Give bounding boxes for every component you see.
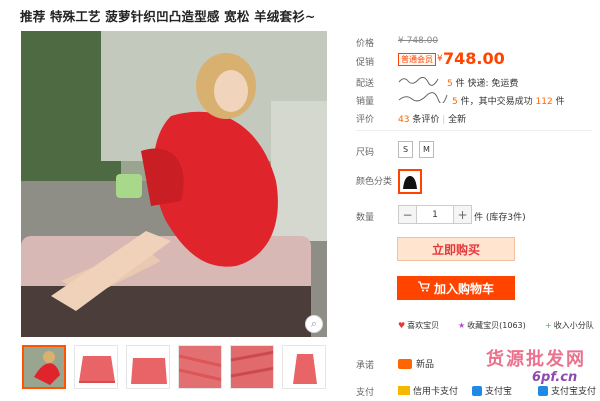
- payment-card-label: 信用卡支付: [413, 387, 459, 397]
- sales-prefix: 件，其中交易成功: [460, 97, 533, 107]
- promise-text: 新品: [416, 360, 435, 370]
- sales-suffix: 件: [555, 97, 565, 107]
- like-action[interactable]: ♥ 喜欢宝贝: [398, 320, 439, 331]
- new-badge-icon: [398, 358, 412, 369]
- buy-now-button[interactable]: 立即购买: [397, 237, 515, 261]
- promise-value: 新品: [398, 357, 434, 370]
- thumbnail-6[interactable]: [282, 345, 326, 389]
- payment-alipay: 支付宝: [472, 384, 512, 397]
- magnifier-icon[interactable]: ⌕: [305, 315, 323, 333]
- member-badge: 普通会员: [398, 53, 436, 66]
- collect-action[interactable]: ★ 收藏宝贝(1063): [458, 320, 526, 331]
- thumbnail-1[interactable]: [22, 345, 66, 389]
- payment-label: 支付: [356, 388, 375, 398]
- share-label: 收入小分队: [553, 321, 594, 330]
- payment-alipay-label: 支付宝: [485, 387, 513, 397]
- original-price: ¥ 748.00: [398, 36, 439, 46]
- add-cart-label: 加入购物车: [433, 281, 494, 296]
- thumbnail-5[interactable]: [230, 345, 274, 389]
- quantity-stepper: − 1 +: [398, 205, 472, 224]
- promo-label: 促销: [356, 58, 375, 68]
- watermark-text: 货源批发网: [486, 349, 586, 370]
- size-option-m[interactable]: M: [419, 141, 434, 158]
- review-sep: |: [442, 115, 446, 125]
- promise-label: 承诺: [356, 361, 375, 371]
- price-label: 价格: [356, 39, 375, 49]
- collect-label: 收藏宝贝(1063): [467, 321, 526, 330]
- sales-success-count: 112: [535, 97, 553, 107]
- color-option-black[interactable]: [398, 169, 422, 194]
- star-icon: ★: [458, 321, 466, 330]
- alipay-icon: [472, 385, 482, 396]
- sales-scribble: [398, 91, 448, 106]
- credit-card-icon: [398, 386, 410, 395]
- quantity-label: 数量: [356, 213, 375, 223]
- reviews-label: 评价: [356, 115, 375, 125]
- shipping-text: 5 件 快递: 免运费: [447, 79, 519, 89]
- thumbnail-2[interactable]: [74, 345, 118, 389]
- color-label: 颜色分类: [356, 177, 393, 187]
- main-product-image[interactable]: ⌕: [21, 31, 327, 337]
- quantity-plus-button[interactable]: +: [454, 206, 471, 223]
- heart-icon: ♥: [398, 321, 406, 330]
- stock-text: 件 (库存3件): [474, 213, 526, 223]
- shipping-detail: 件 快递: 免运费: [455, 79, 519, 89]
- watermark-url: 6pf.cn: [532, 370, 578, 385]
- review-count-suffix[interactable]: 条评价: [412, 115, 439, 125]
- shipping-scribble: [398, 74, 440, 89]
- size-label: 尺码: [356, 148, 375, 158]
- reviews-row: 43 条评价 | 全新: [398, 112, 466, 125]
- review-count[interactable]: 43: [398, 115, 409, 125]
- size-option-s[interactable]: S: [398, 141, 413, 158]
- alipay-pay-icon: [538, 385, 548, 396]
- add-to-cart-button[interactable]: 加入购物车: [397, 276, 515, 300]
- thumbnail-4[interactable]: [178, 345, 222, 389]
- plus-icon: +: [545, 321, 552, 330]
- currency-symbol: ¥: [437, 54, 443, 64]
- share-action[interactable]: + 收入小分队: [545, 320, 594, 331]
- product-title: 推荐 特殊工艺 菠萝针织凹凸造型感 宽松 羊绒套衫~: [20, 9, 316, 24]
- sales-label: 销量: [356, 97, 375, 107]
- quantity-minus-button[interactable]: −: [399, 206, 416, 223]
- shipping-label: 配送: [356, 79, 375, 89]
- current-price: 748.00: [443, 49, 505, 68]
- like-label: 喜欢宝贝: [407, 321, 440, 330]
- payment-card: 信用卡支付: [398, 384, 458, 397]
- payment-ali-more: 支付宝支付: [538, 384, 596, 397]
- quantity-input[interactable]: 1: [416, 206, 454, 223]
- cart-icon: [417, 281, 430, 295]
- model-photo: [21, 31, 327, 337]
- thumbnail-3[interactable]: [126, 345, 170, 389]
- thumbnail-strip: [22, 345, 326, 389]
- section-divider: [356, 130, 592, 131]
- review-all[interactable]: 全新: [448, 115, 466, 125]
- sales-text: 5 件，其中交易成功 112 件: [452, 97, 565, 107]
- payment-ali-more-label: 支付宝支付: [551, 387, 597, 397]
